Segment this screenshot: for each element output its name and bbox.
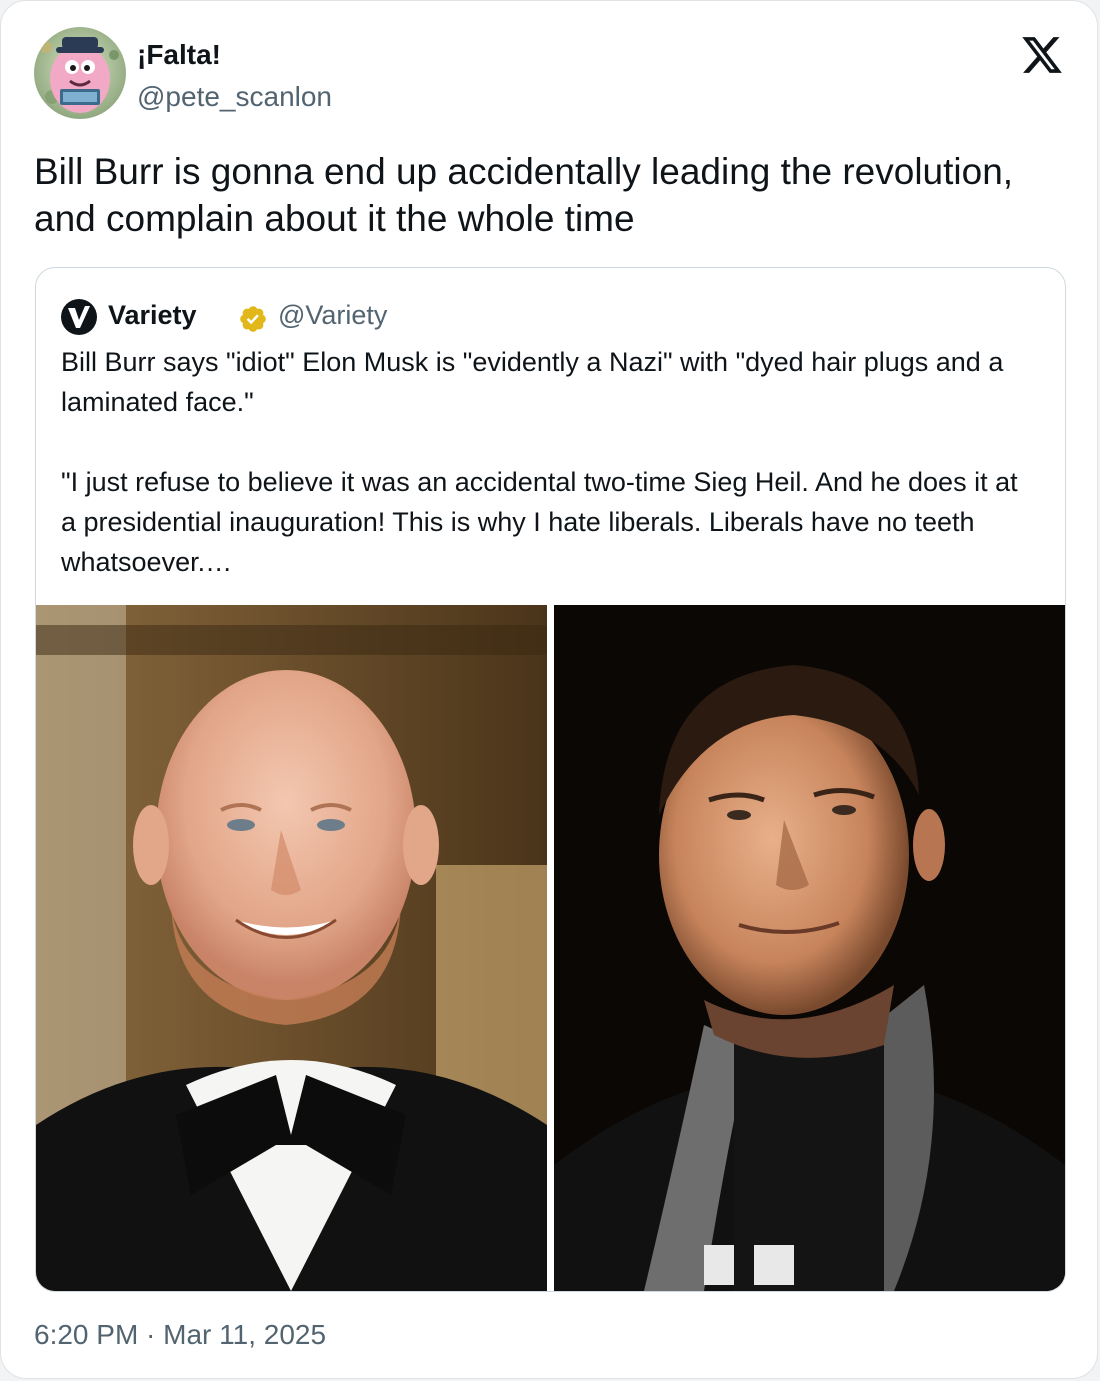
quoted-display-name[interactable]: Variety <box>108 300 197 331</box>
quoted-tweet[interactable]: Variety @Variety Bill Burr says "idiot" … <box>35 267 1066 1292</box>
photo-elon-musk[interactable] <box>554 605 1065 1291</box>
quoted-tweet-text: Bill Burr says "idiot" Elon Musk is "evi… <box>61 342 1031 582</box>
tweet-card: ¡Falta! @pete_scanlon Bill Burr is gonna… <box>0 0 1098 1379</box>
quoted-paragraph-1: Bill Burr says "idiot" Elon Musk is "evi… <box>61 347 1004 417</box>
tweet-timestamp[interactable]: 6:20 PM · Mar 11, 2025 <box>34 1319 326 1351</box>
tweet-header: ¡Falta! @pete_scanlon <box>34 27 1064 123</box>
author-avatar[interactable] <box>34 27 126 119</box>
variety-logo-icon[interactable] <box>60 298 98 336</box>
x-logo-icon[interactable] <box>1020 33 1064 77</box>
tweet-text: Bill Burr is gonna end up accidentally l… <box>34 151 1014 239</box>
quoted-tweet-header: Variety @Variety <box>60 296 960 336</box>
verified-badge-icon <box>238 304 268 334</box>
photo-bill-burr[interactable] <box>36 605 547 1291</box>
quoted-handle[interactable]: @Variety <box>278 300 387 331</box>
author-handle[interactable]: @pete_scanlon <box>137 81 332 113</box>
quoted-paragraph-2: "I just refuse to believe it was an acci… <box>61 467 1018 577</box>
author-display-name[interactable]: ¡Falta! <box>137 39 221 71</box>
quoted-media[interactable] <box>36 605 1065 1291</box>
